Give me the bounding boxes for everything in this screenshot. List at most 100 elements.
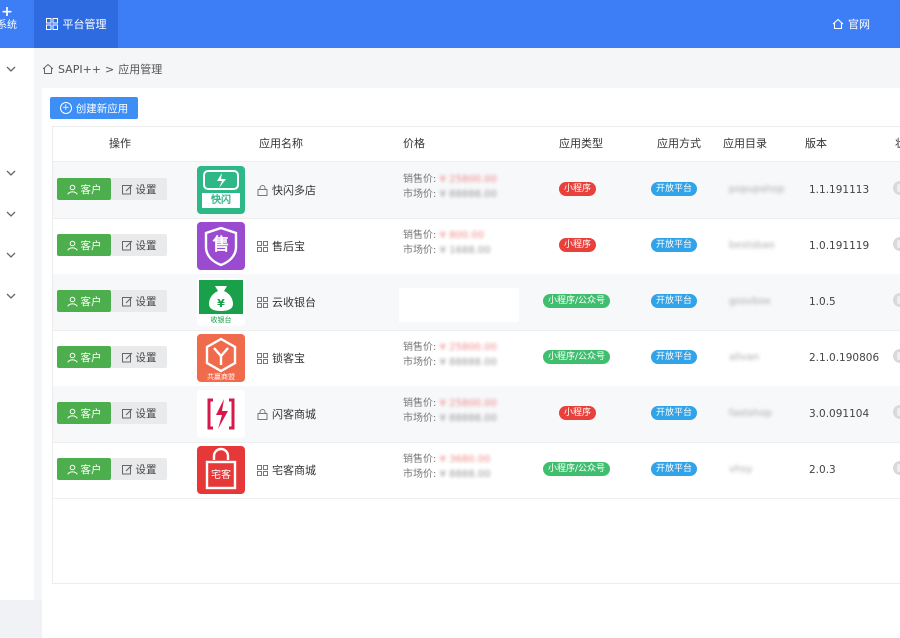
status-toggle[interactable]	[893, 349, 900, 363]
client-button-label: 客户	[80, 295, 102, 308]
settings-button-label: 设置	[135, 463, 157, 476]
sell-price-value: ¥ 25800.00	[439, 342, 497, 353]
grid-icon	[257, 240, 268, 252]
client-button[interactable]: 客户	[57, 234, 111, 256]
brand-logo[interactable]: + 系统	[0, 4, 22, 32]
client-button-label: 客户	[80, 351, 102, 364]
sell-price-label: 销售价:	[403, 230, 437, 241]
top-navbar: + 系统 平台管理 官网	[0, 0, 900, 48]
col-app-dir: 应用目录	[723, 137, 767, 150]
chevron-down-icon[interactable]	[4, 62, 18, 76]
settings-button[interactable]: 设置	[111, 290, 167, 312]
price-cell: 销售价: ¥ 25800.00 市场价: ¥ 88888.00	[403, 340, 533, 370]
grid-icon	[257, 352, 268, 364]
user-menu-edge[interactable]	[892, 14, 900, 34]
status-toggle[interactable]	[893, 293, 900, 307]
client-button[interactable]: 客户	[57, 290, 111, 312]
edit-icon	[121, 464, 132, 474]
app-mode-badge: 开放平台	[651, 406, 698, 420]
app-type-badge: 小程序	[559, 182, 597, 196]
table-row: 客户 设置 售 售后宝 销售价: ¥ 800.00 市场价: ¥ 1688.00…	[53, 218, 900, 275]
settings-button[interactable]: 设置	[111, 178, 167, 200]
brand-plus: +	[1, 4, 13, 20]
app-name-cell: 快闪多店	[257, 182, 316, 198]
settings-button-label: 设置	[135, 183, 157, 196]
col-status: 状	[895, 127, 900, 161]
app-name: 云收银台	[272, 296, 316, 309]
app-version: 2.1.0.190806	[809, 352, 880, 364]
market-price-label: 市场价:	[403, 357, 437, 368]
table-row: 客户 设置 共赢商盟 锁客宝 销售价: ¥ 25800.00 市场价: ¥ 88…	[53, 330, 900, 387]
user-icon	[67, 464, 77, 475]
col-app-type: 应用类型	[559, 137, 603, 150]
home-icon	[832, 18, 844, 30]
home-icon[interactable]	[42, 63, 54, 75]
client-button-label: 客户	[80, 183, 102, 196]
table-row: 客户 设置 快闪 快闪多店 销售价: ¥ 25800.00 市场价: ¥ 888…	[53, 162, 900, 219]
price-cell: 销售价: ¥ 3680.00 市场价: ¥ 8888.00	[403, 452, 533, 482]
app-dir: allvan	[729, 352, 760, 363]
settings-button[interactable]: 设置	[111, 346, 167, 368]
nav-platform-management[interactable]: 平台管理	[34, 0, 118, 48]
lightning-bracket-icon	[197, 390, 245, 438]
app-name-cell: 闪客商城	[257, 406, 316, 422]
lock-icon	[257, 184, 268, 196]
market-price-label: 市场价:	[403, 413, 437, 424]
edit-icon	[121, 408, 132, 418]
chevron-down-icon[interactable]	[4, 166, 18, 180]
market-price-value: ¥ 88888.00	[439, 189, 497, 200]
market-price-label: 市场价:	[403, 245, 437, 256]
settings-button-label: 设置	[135, 351, 157, 364]
official-site-label: 官网	[848, 18, 870, 31]
market-price-label: 市场价:	[403, 469, 437, 480]
sell-price-label: 销售价:	[403, 174, 437, 185]
market-price-value: ¥ 1688.00	[439, 245, 491, 256]
app-name: 快闪多店	[272, 184, 316, 197]
app-mode-badge: 开放平台	[651, 294, 698, 308]
client-button[interactable]: 客户	[57, 402, 111, 424]
settings-button-label: 设置	[135, 239, 157, 252]
col-app-name: 应用名称	[259, 137, 303, 150]
status-toggle[interactable]	[893, 405, 900, 419]
user-icon	[67, 240, 77, 251]
edit-icon	[121, 240, 132, 250]
app-version: 1.0.191119	[809, 240, 870, 252]
app-type-badge: 小程序/公众号	[543, 294, 611, 308]
user-icon	[67, 184, 77, 195]
table-row: 客户 设置 ¥ 收银台 云收银台 小程序/公众号 开放平台 gosvbox 1.…	[53, 274, 900, 331]
app-icon-text: 收银台	[210, 316, 232, 324]
app-icon-text: 共赢商盟	[207, 373, 235, 381]
chevron-down-icon[interactable]	[4, 289, 18, 303]
status-toggle[interactable]	[893, 181, 900, 195]
edit-icon	[121, 184, 132, 194]
kuaishan-icon: 快闪	[197, 166, 245, 214]
sell-price-label: 销售价:	[403, 398, 437, 409]
market-price-value: ¥ 88888.00	[439, 413, 497, 424]
chevron-down-icon[interactable]	[4, 248, 18, 262]
app-name: 闪客商城	[272, 408, 316, 421]
app-type-badge: 小程序	[559, 238, 597, 252]
client-button[interactable]: 客户	[57, 178, 111, 200]
breadcrumb-separator: >	[105, 62, 115, 76]
sell-price-label: 销售价:	[403, 342, 437, 353]
main-content: SAPI++ > 应用管理 + 创建新应用 操作 应用名称 价格 应用类型 应用…	[34, 48, 900, 638]
client-button[interactable]: 客户	[57, 458, 111, 480]
settings-button[interactable]: 设置	[111, 234, 167, 256]
breadcrumb-home[interactable]: SAPI++	[58, 63, 101, 76]
status-toggle[interactable]	[893, 461, 900, 475]
settings-button[interactable]: 设置	[111, 458, 167, 480]
user-icon	[67, 296, 77, 307]
app-dir: gosvbox	[729, 296, 771, 307]
settings-button[interactable]: 设置	[111, 402, 167, 424]
create-app-button[interactable]: + 创建新应用	[50, 97, 138, 119]
brand-text: 系统	[0, 20, 17, 31]
hexagon-y-icon: 共赢商盟	[197, 334, 245, 382]
client-button[interactable]: 客户	[57, 346, 111, 368]
app-dir: vhsy	[729, 464, 753, 475]
price-cell: 销售价: ¥ 25800.00 市场价: ¥ 88888.00	[403, 396, 533, 426]
chevron-down-icon[interactable]	[4, 207, 18, 221]
user-icon	[67, 352, 77, 363]
status-toggle[interactable]	[893, 237, 900, 251]
official-site-link[interactable]: 官网	[832, 16, 870, 32]
money-bag-icon: ¥ 收银台	[197, 278, 245, 326]
